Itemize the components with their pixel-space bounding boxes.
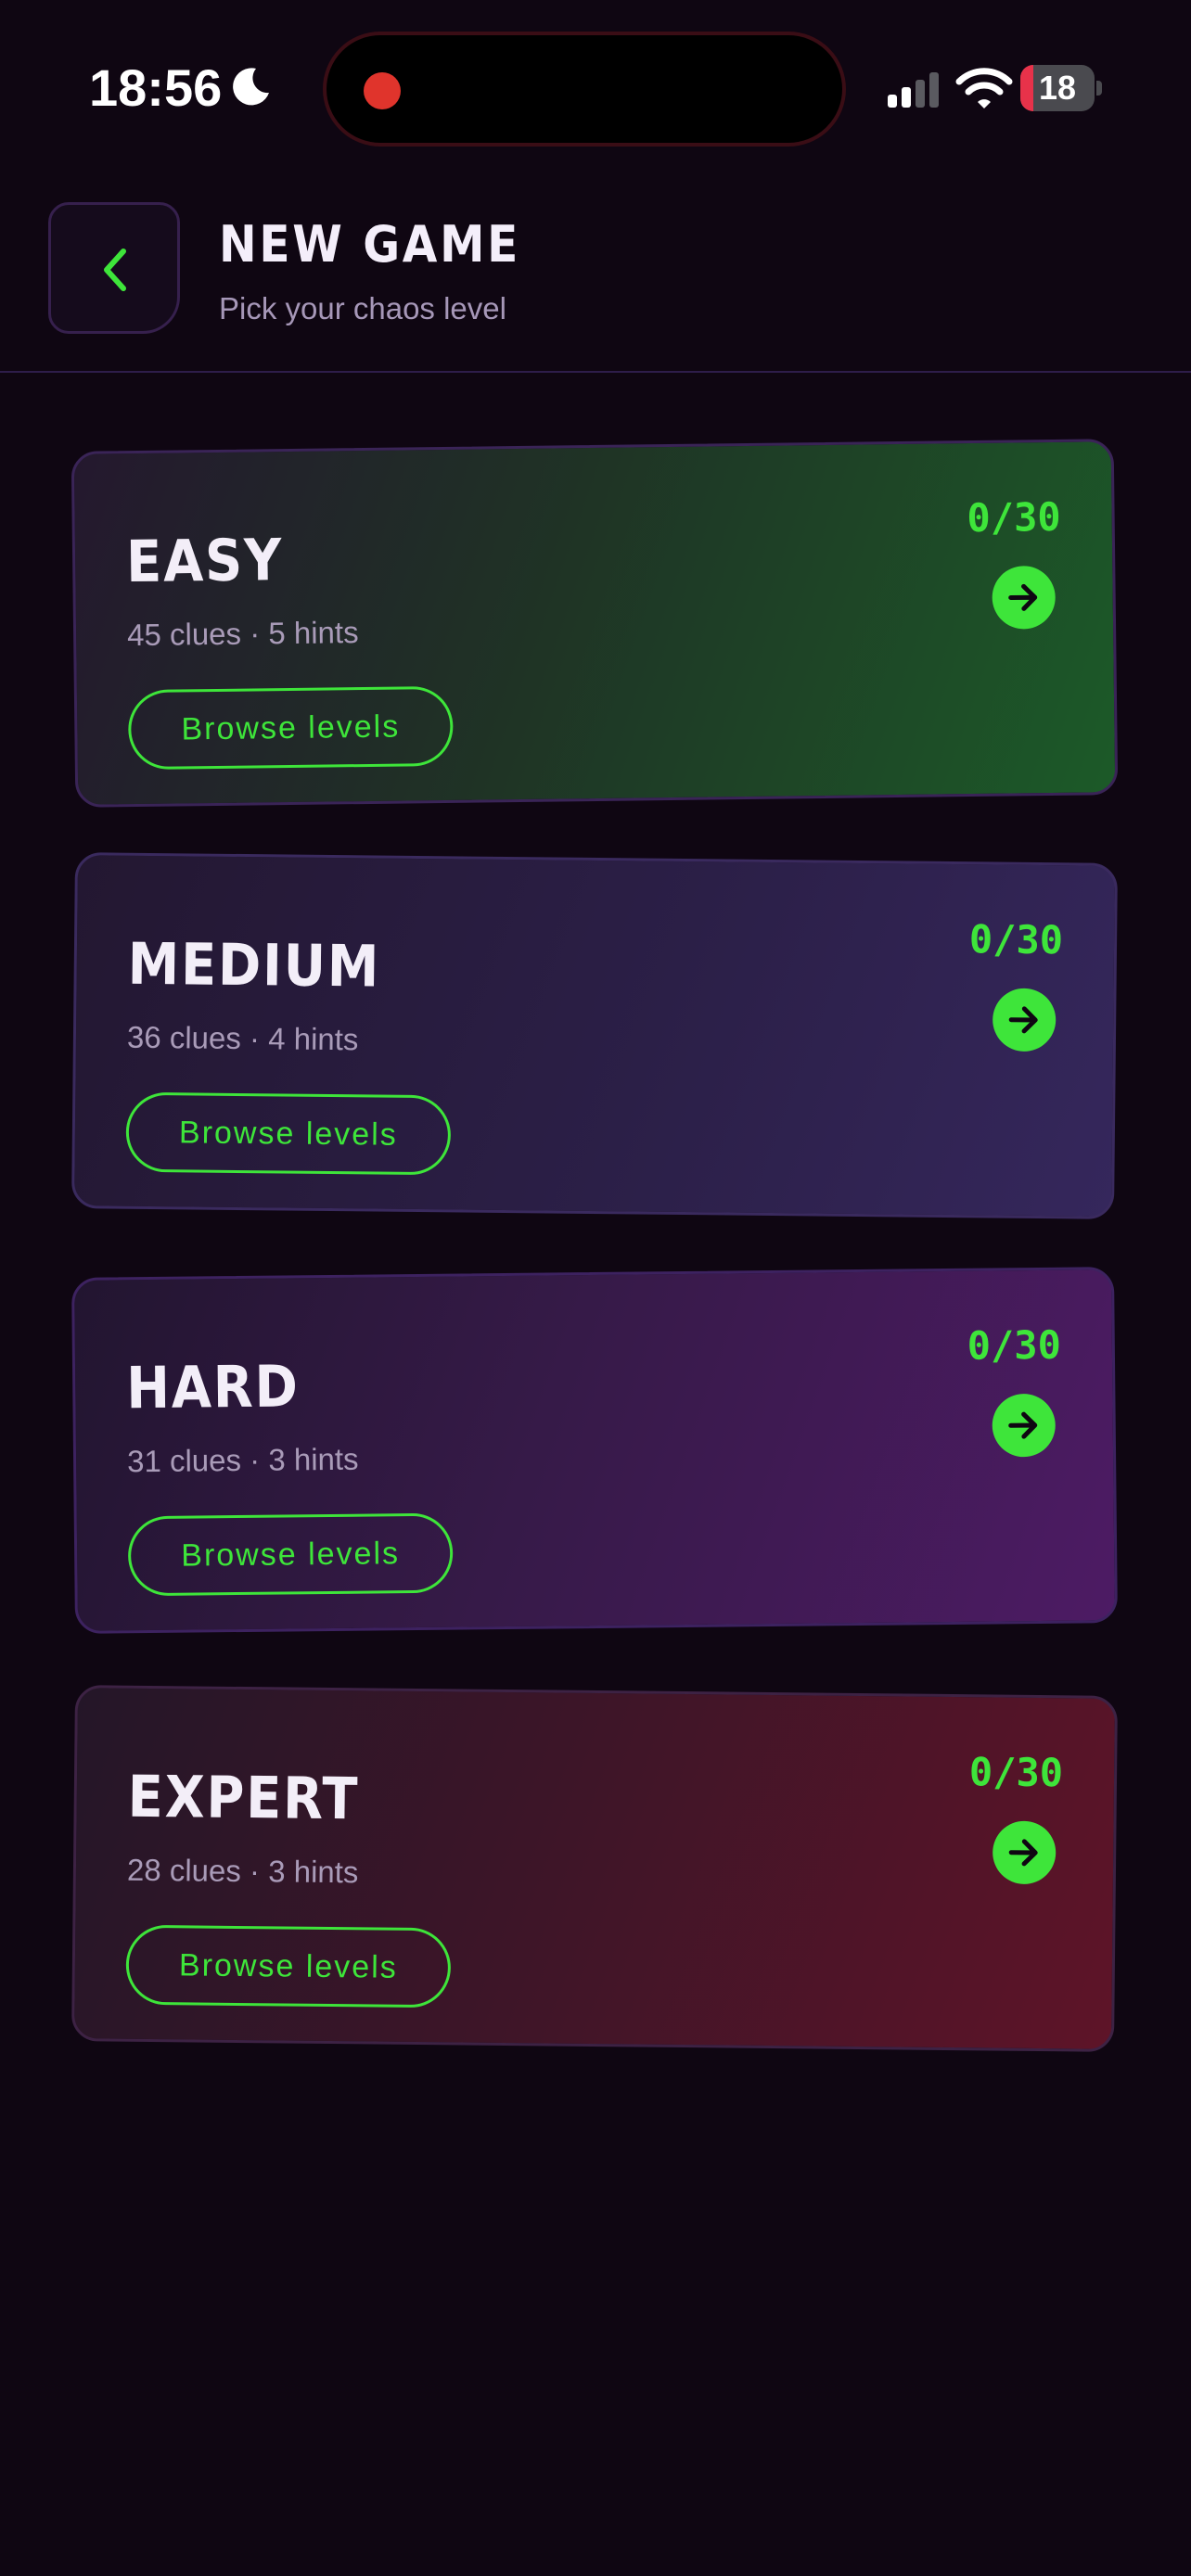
wifi-icon (955, 68, 1013, 108)
start-easy-button[interactable] (992, 565, 1057, 630)
header: NEW GAME Pick your chaos level (0, 176, 1191, 373)
browse-levels-button-medium[interactable]: Browse levels (125, 1091, 452, 1176)
cellular-signal-icon (888, 72, 939, 108)
arrow-right-icon (1008, 1006, 1038, 1034)
level-meta: 28 clues · 3 hints (126, 1852, 359, 1890)
start-expert-button[interactable] (992, 1820, 1057, 1885)
level-title: MEDIUM (127, 929, 381, 1001)
level-meta: 31 clues · 3 hints (126, 1441, 359, 1479)
battery-indicator: 18 (1020, 65, 1102, 111)
back-button[interactable] (48, 202, 180, 334)
level-card-medium[interactable]: MEDIUM 36 clues · 4 hints Browse levels … (71, 852, 1118, 1219)
level-card-easy[interactable]: EASY 45 clues · 5 hints Browse levels 0/… (70, 439, 1119, 808)
battery-level: 18 (1038, 69, 1077, 107)
browse-levels-button-hard[interactable]: Browse levels (127, 1512, 454, 1597)
page-title: NEW GAME (219, 215, 521, 274)
recording-indicator-icon (364, 72, 401, 109)
arrow-right-icon (1008, 1411, 1038, 1439)
level-meta: 36 clues · 4 hints (126, 1019, 359, 1057)
status-time: 18:56 (89, 58, 223, 117)
browse-levels-button-easy[interactable]: Browse levels (127, 685, 454, 771)
status-bar: 18:56 18 (0, 0, 1191, 176)
dynamic-island (323, 32, 846, 147)
level-title: EXPERT (127, 1762, 360, 1833)
page-subtitle: Pick your chaos level (219, 291, 506, 325)
chevron-left-icon (104, 249, 126, 291)
arrow-right-icon (1008, 583, 1038, 611)
level-title: EASY (125, 526, 284, 596)
start-hard-button[interactable] (992, 1393, 1057, 1458)
level-progress: 0/30 (967, 493, 1061, 542)
level-progress: 0/30 (967, 1321, 1062, 1369)
level-progress: 0/30 (968, 1749, 1064, 1796)
level-card-expert[interactable]: EXPERT 28 clues · 3 hints Browse levels … (71, 1685, 1118, 2052)
arrow-right-icon (1008, 1839, 1038, 1867)
battery-icon: 18 (1020, 65, 1095, 111)
level-progress: 0/30 (968, 916, 1064, 963)
start-medium-button[interactable] (992, 988, 1057, 1052)
level-card-hard[interactable]: HARD 31 clues · 3 hints Browse levels 0/… (71, 1267, 1118, 1634)
moon-icon (233, 68, 269, 106)
browse-levels-button-expert[interactable]: Browse levels (125, 1924, 452, 2009)
level-meta: 45 clues · 5 hints (126, 615, 359, 653)
battery-cap (1096, 81, 1102, 96)
level-title: HARD (125, 1352, 301, 1422)
